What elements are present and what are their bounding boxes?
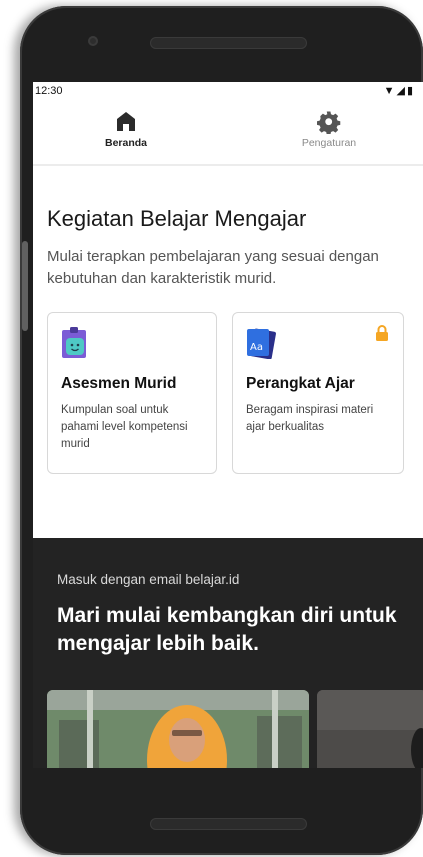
card-perangkat-ajar[interactable]: Aa Perangkat Ajar Beragam inspirasi mate…: [232, 312, 404, 474]
tab-beranda-label: Beranda: [104, 137, 147, 149]
status-icons: ▼◢▮: [383, 85, 415, 97]
clipboard-smile-icon: [61, 327, 87, 359]
app-screen: 12:30 ▼◢▮ Beranda Pengaturan Kegiatan Be…: [33, 82, 423, 768]
book-aa-icon: Aa: [246, 327, 276, 360]
card-description: Beragam inspirasi materi ajar berkualita…: [246, 404, 374, 433]
tab-pengaturan-label: Pengaturan: [301, 137, 357, 149]
book-icon-text: Aa: [250, 342, 263, 353]
card-description: Kumpulan soal untuk pahami level kompete…: [61, 404, 188, 450]
promo-section: Masuk dengan email belajar.id Mari mulai…: [33, 538, 423, 768]
tab-pengaturan[interactable]: Pengaturan: [269, 110, 389, 149]
lock-icon: [375, 325, 389, 341]
earpiece-speaker: [150, 37, 307, 49]
page-title: Kegiatan Belajar Mengajar: [47, 206, 307, 231]
status-time: 12:30: [35, 85, 63, 97]
second-photo-card[interactable]: [317, 690, 423, 768]
card-asesmen-murid[interactable]: Asesmen Murid Kumpulan soal untuk pahami…: [47, 312, 217, 474]
home-icon: [66, 110, 186, 134]
promo-headline: Mari mulai kembangkan diri untuk mengaja…: [57, 604, 397, 655]
phone-side-button: [22, 241, 28, 331]
card-title: Perangkat Ajar: [246, 375, 355, 392]
tab-beranda[interactable]: Beranda: [66, 110, 186, 149]
login-hint-text[interactable]: Masuk dengan email belajar.id: [57, 572, 239, 587]
gear-icon: [269, 110, 389, 135]
teacher-photo-card[interactable]: [47, 690, 309, 768]
status-bar: 12:30 ▼◢▮: [33, 82, 423, 102]
front-camera: [88, 36, 98, 46]
page-description: Mulai terapkan pembelajaran yang sesuai …: [47, 248, 379, 287]
card-title: Asesmen Murid: [61, 375, 177, 392]
main-content: Kegiatan Belajar Mengajar Mulai terapkan…: [33, 166, 423, 538]
bottom-speaker: [150, 818, 307, 830]
top-nav-bar: Beranda Pengaturan: [33, 102, 423, 166]
